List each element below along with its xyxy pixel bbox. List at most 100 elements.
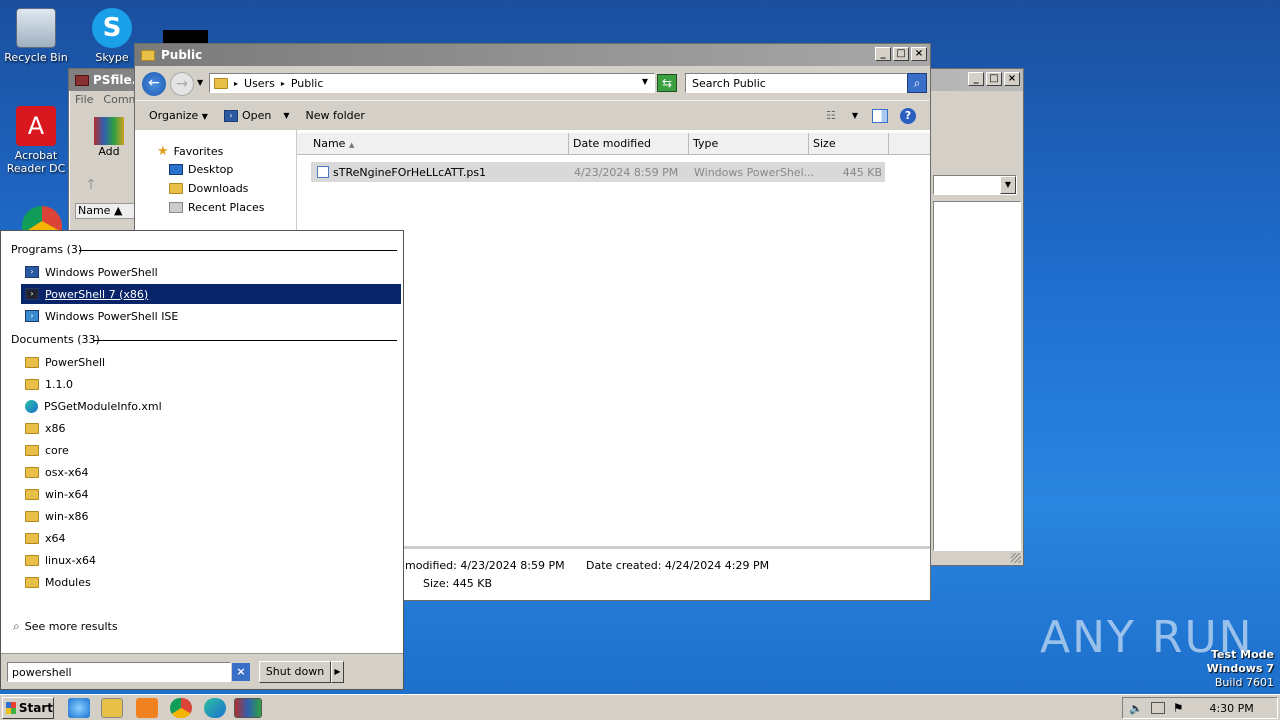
ps1-file-icon — [317, 166, 329, 178]
folder-icon — [25, 378, 39, 390]
close-button[interactable]: × — [911, 47, 927, 61]
doc-label: 1.1.0 — [45, 377, 73, 391]
file-type: Windows PowerShel... — [694, 166, 815, 179]
doc-label: Modules — [45, 575, 91, 589]
doc-item[interactable]: x64 — [21, 528, 66, 548]
recent-places-icon — [169, 202, 183, 213]
add-button[interactable]: Add — [89, 117, 129, 158]
up-arrow-icon[interactable]: ↑ — [85, 177, 97, 193]
programs-header: Programs (3) — [11, 243, 83, 256]
start-search-input[interactable]: powershell — [7, 662, 231, 682]
program-powershell-7[interactable]: › PowerShell 7 (x86) — [21, 284, 401, 304]
nav-desktop-label: Desktop — [188, 163, 234, 176]
column-header-date[interactable]: Date modified — [569, 133, 689, 155]
shutdown-options-arrow-icon[interactable]: ▶ — [331, 661, 344, 683]
back-button[interactable]: ← — [142, 72, 166, 96]
program-label: Windows PowerShell ISE — [45, 309, 179, 323]
internet-explorer-icon[interactable] — [68, 698, 90, 718]
refresh-button[interactable]: ⇆ — [657, 74, 677, 92]
menu-file[interactable]: File — [75, 93, 93, 106]
media-player-icon[interactable] — [136, 698, 158, 718]
doc-item[interactable]: win-x86 — [21, 506, 89, 526]
view-options-icon[interactable]: ☷ — [826, 109, 836, 122]
minimize-button[interactable]: _ — [968, 72, 984, 86]
nav-item-downloads[interactable]: Downloads — [169, 182, 248, 195]
folder-icon — [25, 466, 39, 478]
clear-search-icon[interactable]: × — [232, 663, 250, 681]
program-label: Windows PowerShell — [45, 265, 158, 279]
forward-button[interactable]: → — [170, 72, 194, 96]
doc-item[interactable]: PowerShell — [21, 352, 105, 372]
winrar-col-name[interactable]: Name ▲ — [75, 203, 135, 219]
doc-item[interactable]: Modules — [21, 572, 91, 592]
nav-item-recent-places[interactable]: Recent Places — [169, 201, 265, 214]
action-center-flag-icon[interactable]: ⚑ — [1173, 701, 1184, 715]
test-mode-line1: Test Mode — [1211, 648, 1274, 661]
program-powershell-ise[interactable]: › Windows PowerShell ISE — [21, 306, 401, 326]
acrobat-reader-icon[interactable]: A Acrobat Reader DC — [0, 106, 72, 175]
column-size-label: Size — [813, 137, 836, 150]
view-dropdown-icon[interactable]: ▼ — [852, 111, 858, 120]
chrome-icon[interactable] — [170, 698, 192, 718]
start-menu[interactable]: Programs (3) › Windows PowerShell › Powe… — [0, 230, 404, 690]
nav-item-desktop[interactable]: Desktop — [169, 163, 233, 176]
edge-icon — [25, 399, 38, 413]
maximize-button[interactable]: □ — [893, 47, 909, 61]
resize-grip-icon[interactable] — [1011, 553, 1021, 563]
volume-icon[interactable]: 🔈 — [1129, 702, 1143, 715]
winrar-file-list[interactable] — [933, 201, 1021, 551]
doc-item[interactable]: win-x64 — [21, 484, 89, 504]
program-label: PowerShell 7 (x86) — [45, 287, 149, 301]
minimize-button[interactable]: _ — [875, 47, 891, 61]
start-button[interactable]: Start — [2, 697, 54, 719]
edge-icon[interactable] — [204, 698, 226, 718]
recycle-bin-label: Recycle Bin — [4, 51, 68, 64]
column-header-size[interactable]: Size — [809, 133, 889, 155]
breadcrumb-users[interactable]: Users — [244, 77, 275, 90]
winrar-taskbar-icon[interactable] — [234, 698, 262, 718]
history-dropdown-icon[interactable]: ▼ — [197, 78, 203, 87]
doc-item[interactable]: 1.1.0 — [21, 374, 73, 394]
maximize-button[interactable]: □ — [986, 72, 1002, 86]
doc-label: PSGetModuleInfo.xml — [44, 399, 162, 413]
column-header-name[interactable]: Name ▲ — [297, 133, 569, 155]
downloads-folder-icon — [169, 183, 183, 194]
network-icon[interactable] — [1150, 702, 1165, 714]
explorer-taskbar-icon[interactable] — [101, 698, 123, 718]
doc-item[interactable]: core — [21, 440, 69, 460]
column-header-type[interactable]: Type — [689, 133, 809, 155]
see-more-results[interactable]: ⌕ See more results — [13, 619, 118, 634]
preview-pane-icon[interactable] — [872, 108, 888, 123]
test-mode-text: Test Mode Windows 7 Build 7601 — [1150, 648, 1274, 690]
address-dropdown-icon[interactable]: ▼ — [642, 77, 648, 86]
organize-button[interactable]: Organize ▼ — [149, 109, 208, 122]
help-icon[interactable]: ? — [900, 107, 916, 124]
folder-icon — [25, 554, 39, 566]
powershell-icon: › — [223, 109, 238, 122]
program-windows-powershell[interactable]: › Windows PowerShell — [21, 262, 401, 282]
open-button[interactable]: › Open ▼ — [223, 109, 289, 122]
close-button[interactable]: × — [1004, 72, 1020, 86]
doc-label: core — [45, 443, 69, 457]
file-row[interactable]: sTReNgineFOrHeLLcATT.ps1 4/23/2024 8:59 … — [311, 162, 885, 182]
powershell-icon: › — [25, 288, 39, 300]
search-input[interactable]: Search Public — [692, 77, 766, 90]
details-modified: modified: 4/23/2024 8:59 PM — [405, 559, 565, 572]
favorites-item[interactable]: ★ Favorites — [157, 144, 223, 159]
doc-item[interactable]: osx-x64 — [21, 462, 88, 482]
clock[interactable]: 4:30 PM — [1209, 702, 1253, 715]
new-folder-button[interactable]: New folder — [305, 109, 364, 122]
column-name-label: Name — [313, 137, 346, 150]
doc-item[interactable]: linux-x64 — [21, 550, 96, 570]
address-bar[interactable]: ▸ Users ▸ Public ▼ — [209, 73, 655, 93]
search-icon[interactable]: ⌕ — [907, 73, 927, 93]
doc-item[interactable]: x86 — [21, 418, 66, 438]
breadcrumb-public[interactable]: Public — [291, 77, 324, 90]
recycle-bin-icon[interactable]: Recycle Bin — [0, 8, 72, 64]
navigation-pane[interactable]: ★ Favorites Desktop Downloads Recent Pla… — [135, 130, 297, 230]
winrar-address-combo[interactable]: ▼ — [933, 175, 1017, 195]
shutdown-button[interactable]: Shut down — [259, 661, 331, 683]
doc-label: win-x64 — [45, 487, 89, 501]
doc-item[interactable]: PSGetModuleInfo.xml — [21, 396, 162, 416]
doc-label: win-x86 — [45, 509, 89, 523]
